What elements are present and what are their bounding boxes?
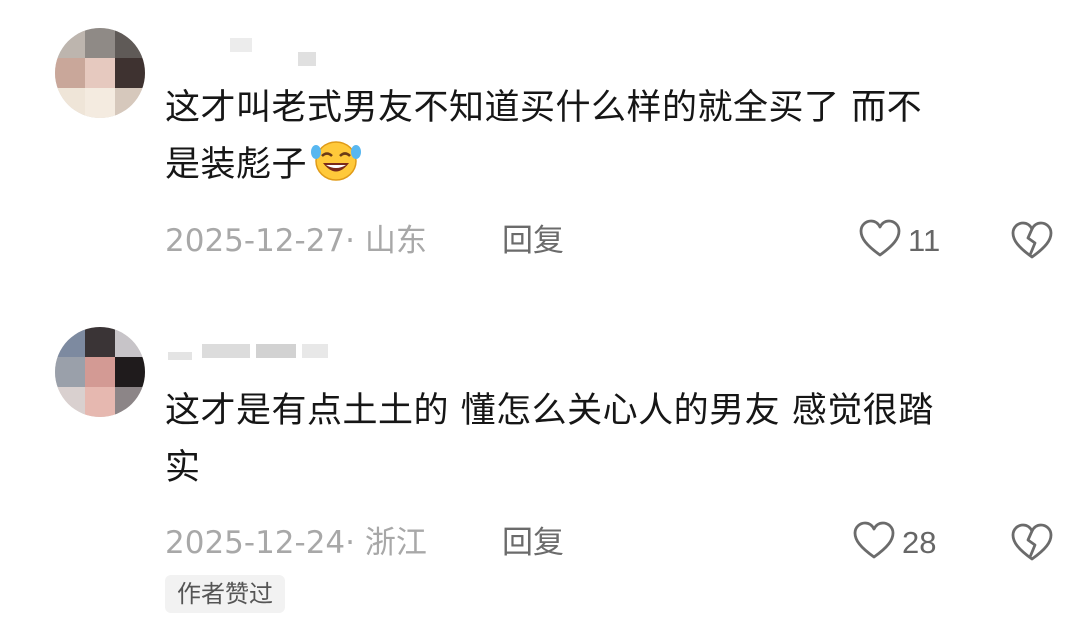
broken-heart-icon: [1010, 523, 1054, 567]
like-button[interactable]: 11: [858, 219, 941, 263]
avatar[interactable]: [55, 28, 145, 118]
like-count: 11: [908, 223, 941, 258]
heart-outline-icon: [852, 521, 896, 565]
date-location: 2025-12-27· 山东: [165, 223, 427, 259]
dislike-button[interactable]: [1010, 221, 1054, 261]
comment-text-line: 这才叫老式男友不知道买什么样的就全买了 而不: [165, 88, 923, 128]
rolling-on-floor-laughing-emoji-icon: [311, 138, 362, 182]
reply-button[interactable]: 回复: [502, 523, 564, 563]
avatar[interactable]: [55, 327, 145, 417]
date-location: 2025-12-24· 浙江: [165, 525, 427, 561]
comment-text: 这才叫老式男友不知道买什么样的就全买了 而不 是装彪子: [165, 80, 1035, 194]
like-count: 28: [902, 525, 937, 560]
comment-text-line: 这才是有点土土的 懂怎么关心人的男友 感觉很踏: [165, 391, 934, 431]
broken-heart-icon: [1010, 221, 1054, 265]
dislike-button[interactable]: [1010, 523, 1054, 563]
comment-text: 这才是有点土土的 懂怎么关心人的男友 感觉很踏 实: [165, 383, 1035, 497]
like-button[interactable]: 28: [852, 521, 937, 565]
author-liked-badge: 作者赞过: [165, 575, 285, 613]
heart-outline-icon: [858, 219, 902, 263]
comment-text-line: 实: [165, 448, 201, 488]
reply-button[interactable]: 回复: [502, 221, 564, 261]
comment-text-line: 是装彪子: [165, 137, 1035, 194]
